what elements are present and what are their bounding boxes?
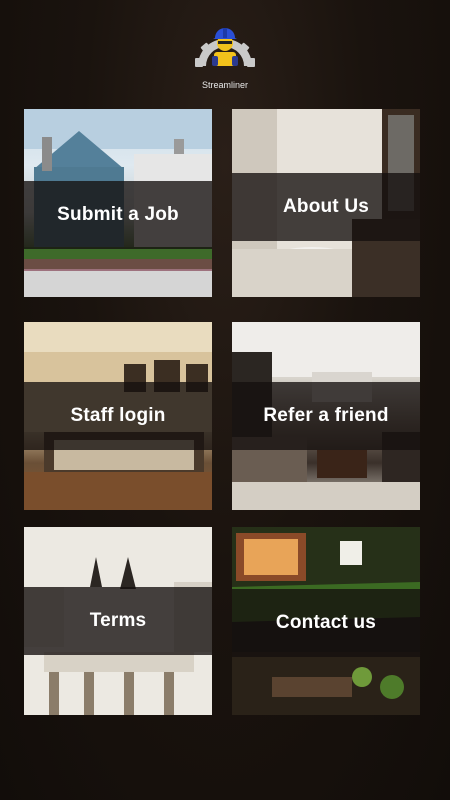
tile-label: Contact us [275, 612, 377, 633]
about-us-tile[interactable]: About Us [232, 109, 420, 297]
refer-friend-tile[interactable]: Refer a friend [232, 322, 420, 510]
submit-job-tile[interactable]: Submit a Job [24, 109, 212, 297]
tile-band: About Us [232, 173, 420, 241]
staff-login-tile[interactable]: Staff login [24, 322, 212, 510]
tile-band: Staff login [24, 382, 212, 450]
tile-label: Submit a Job [57, 204, 179, 225]
app-logo: Streamliner [190, 16, 260, 94]
contact-us-tile[interactable]: Contact us [232, 527, 420, 715]
tile-label: Terms [89, 610, 147, 631]
tile-band: Refer a friend [232, 382, 420, 450]
tile-label: About Us [282, 196, 370, 217]
app-header: Streamliner [0, 0, 450, 100]
tile-band: Terms [24, 587, 212, 655]
tile-band: Contact us [232, 589, 420, 657]
terms-tile[interactable]: Terms [24, 527, 212, 715]
tile-band: Submit a Job [24, 181, 212, 249]
tile-label: Staff login [70, 405, 166, 426]
logo-text: Streamliner [201, 80, 248, 90]
worker-gear-icon [195, 28, 255, 67]
tile-label: Refer a friend [263, 405, 389, 426]
